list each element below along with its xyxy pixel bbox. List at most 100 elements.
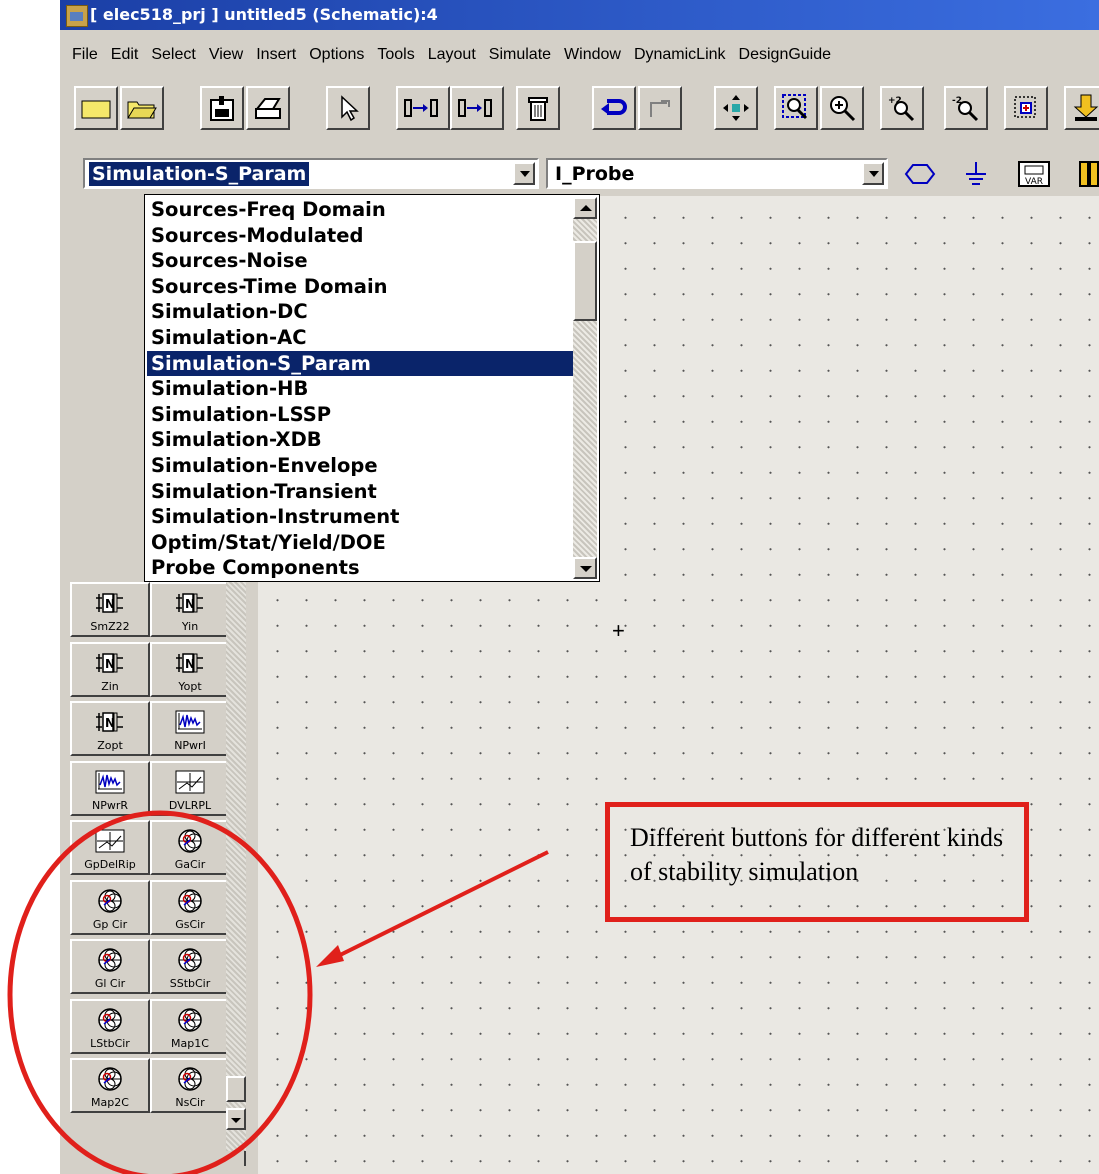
app-icon <box>66 5 88 27</box>
smith-circle-icon <box>178 948 202 972</box>
dropdown-item[interactable]: Sources-Modulated <box>147 223 573 249</box>
menu-file[interactable]: File <box>60 42 98 68</box>
zoom-in-icon[interactable] <box>820 86 864 130</box>
palette-button[interactable]: DVLRPL <box>150 760 230 816</box>
view-all-icon[interactable] <box>1004 86 1048 130</box>
dropdown-item[interactable]: Simulation-Envelope <box>147 453 573 479</box>
n-port-icon: N <box>176 652 203 673</box>
menu-bar: File Edit Select View Insert Options Tools Layo… <box>60 42 1099 68</box>
palette-button-label: GsCir <box>175 917 205 931</box>
dropdown-item[interactable]: Simulation-AC <box>147 325 573 351</box>
palette-button[interactable]: Map1C <box>150 998 230 1054</box>
dropdown-item[interactable]: Sources-Freq Domain <box>147 197 573 223</box>
select-pointer-icon[interactable] <box>326 86 370 130</box>
scroll-thumb[interactable] <box>573 241 597 321</box>
palette-button-label: Gp Cir <box>92 917 128 931</box>
group-delay-icon <box>95 829 125 853</box>
var-icon[interactable]: VAR <box>1014 155 1054 193</box>
menu-options[interactable]: Options <box>296 42 364 68</box>
scroll-down-icon[interactable] <box>226 1108 246 1130</box>
download-icon[interactable] <box>1064 86 1099 130</box>
port-icon[interactable] <box>900 155 940 193</box>
undo-icon[interactable] <box>592 86 636 130</box>
menu-dynamiclink[interactable]: DynamicLink <box>621 42 726 68</box>
menu-select[interactable]: Select <box>138 42 195 68</box>
move-icon[interactable] <box>714 86 758 130</box>
annotation-text: Different buttons for different kinds of… <box>630 823 1004 886</box>
zoom-in-2-icon[interactable]: +2 <box>880 86 924 130</box>
menu-edit[interactable]: Edit <box>98 42 139 68</box>
n-port-icon: N <box>96 712 123 732</box>
delete-icon[interactable] <box>516 86 560 130</box>
dropdown-item[interactable]: Simulation-S_Param <box>147 350 573 377</box>
open-icon[interactable] <box>120 86 164 130</box>
dropdown-item[interactable]: Sources-Time Domain <box>147 274 573 300</box>
palette-button-label: NsCir <box>175 1096 205 1109</box>
zoom-area-icon[interactable] <box>774 86 818 130</box>
print-icon[interactable] <box>246 86 290 130</box>
dropdown-item[interactable]: Probe Components <box>147 555 573 581</box>
scroll-down-icon[interactable] <box>573 557 597 579</box>
dropdown-scrollbar[interactable] <box>573 197 597 579</box>
palette-button[interactable]: GaCir <box>150 820 230 875</box>
chevron-down-icon[interactable] <box>513 162 535 185</box>
palette-button[interactable]: N Zin <box>70 641 150 697</box>
n-port-icon: N <box>96 652 123 673</box>
dropdown-item[interactable]: Simulation-XDB <box>147 427 573 453</box>
dropdown-item[interactable]: Simulation-LSSP <box>147 402 573 428</box>
dropdown-item[interactable]: Simulation-DC <box>147 299 573 325</box>
palette-button[interactable]: GsCir <box>150 879 230 935</box>
library-combo[interactable]: Simulation-S_Param <box>83 158 539 189</box>
palette-button[interactable]: Gp Cir <box>70 879 150 935</box>
chevron-down-icon[interactable] <box>862 162 884 185</box>
palette-button[interactable]: NPwrI <box>150 701 230 756</box>
palette-button[interactable]: N SmZ22 <box>70 582 150 637</box>
n-port-icon: N <box>96 593 123 613</box>
palette-button[interactable]: N Zopt <box>70 701 150 756</box>
smith-circle-icon <box>98 888 122 913</box>
dropdown-item[interactable]: Simulation-Transient <box>147 479 573 505</box>
palette-button-label: Zopt <box>97 739 123 752</box>
zoom-out-2-icon[interactable]: -2 <box>944 86 988 130</box>
palette-button[interactable]: Gl Cir <box>70 939 150 994</box>
menu-designguide[interactable]: DesignGuide <box>726 42 832 68</box>
palette-button[interactable]: NPwrR <box>70 760 150 816</box>
n-port-icon: N <box>176 593 203 613</box>
palette-button[interactable]: N Yopt <box>150 641 230 697</box>
menu-simulate[interactable]: Simulate <box>476 42 551 68</box>
palette-button[interactable]: NsCir <box>150 1058 230 1113</box>
scroll-up-icon[interactable] <box>573 197 597 219</box>
menu-tools[interactable]: Tools <box>364 42 414 68</box>
palette-button[interactable]: SStbCir <box>150 939 230 994</box>
palette-button[interactable]: LStbCir <box>70 998 150 1054</box>
menu-view[interactable]: View <box>196 42 243 68</box>
noise-power-icon <box>95 770 125 793</box>
scroll-thumb[interactable] <box>226 1076 246 1102</box>
bar-icon[interactable] <box>1070 155 1099 193</box>
title-bar: [ elec518_prj ] untitled5 (Schematic):4 <box>60 0 1099 30</box>
menu-window[interactable]: Window <box>551 42 621 68</box>
palette-button[interactable]: Map2C <box>70 1058 150 1113</box>
palette-button[interactable]: GpDelRip <box>70 820 150 875</box>
component-combo[interactable]: I_Probe <box>546 158 888 189</box>
dropdown-item[interactable]: Simulation-Instrument <box>147 504 573 530</box>
ground-icon[interactable] <box>956 155 996 193</box>
palette-button-label: SStbCir <box>169 977 211 990</box>
palette-button-label: NPwrR <box>91 798 129 812</box>
menu-insert[interactable]: Insert <box>243 42 296 68</box>
palette-button-label: Map2C <box>91 1096 129 1109</box>
new-icon[interactable] <box>74 86 118 130</box>
redo-icon[interactable] <box>638 86 682 130</box>
pop-icon[interactable] <box>450 86 504 130</box>
dropdown-item[interactable]: Sources-Noise <box>147 248 573 274</box>
library-dropdown-list[interactable]: Sources-Freq Domain Sources-Modulated Sour… <box>144 194 600 582</box>
push-icon[interactable] <box>396 86 450 130</box>
save-icon[interactable] <box>200 86 244 130</box>
app-window: [ elec518_prj ] untitled5 (Schematic):4 … <box>60 0 1099 1174</box>
smith-circle-icon <box>178 888 202 913</box>
dropdown-item[interactable]: Optim/Stat/Yield/DOE <box>147 530 573 556</box>
dropdown-item[interactable]: Simulation-HB <box>147 376 573 402</box>
menu-layout[interactable]: Layout <box>415 42 476 68</box>
palette-button-label: Yopt <box>178 679 202 693</box>
palette-button[interactable]: N Yin <box>150 582 230 637</box>
